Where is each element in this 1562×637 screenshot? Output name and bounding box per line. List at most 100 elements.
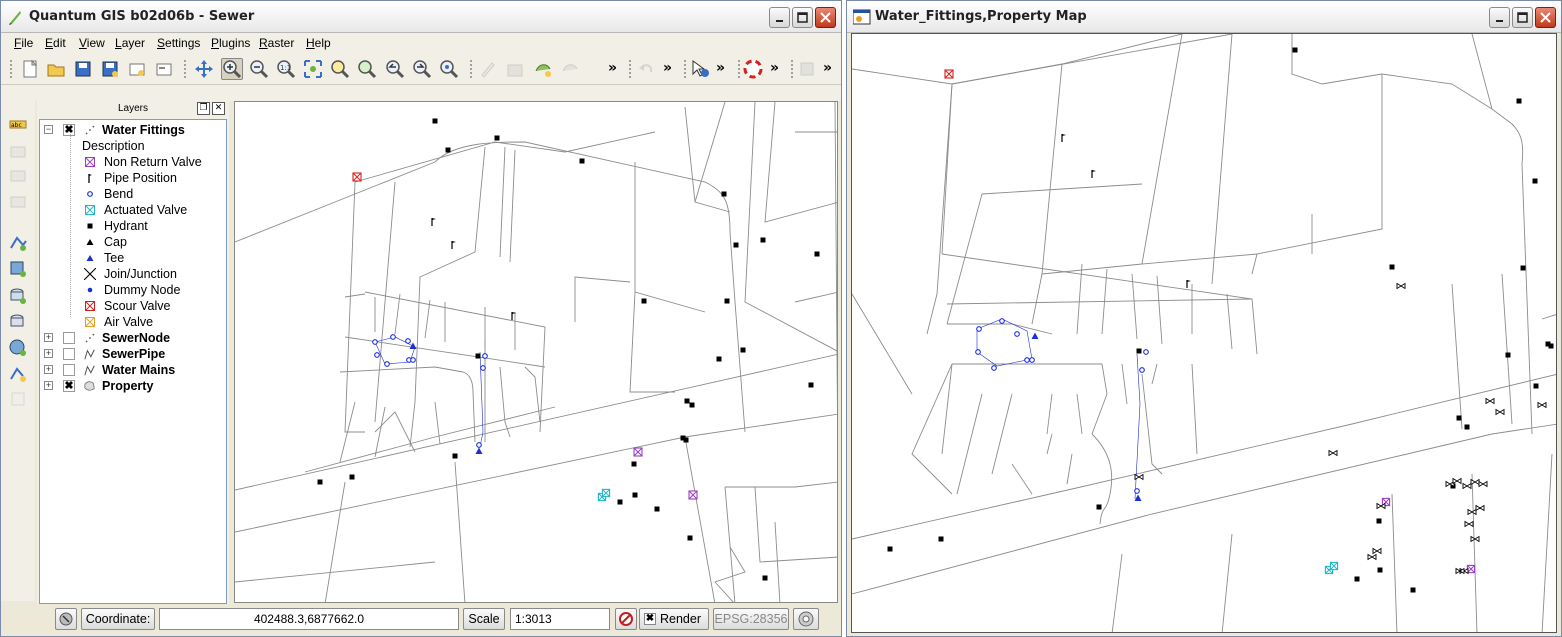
new-vector-layer-button[interactable] [7, 363, 29, 385]
layer-row-sewerpipe[interactable]: + SewerPipe [40, 346, 226, 362]
move-label-button[interactable] [7, 141, 29, 163]
toolbar-grip[interactable] [183, 59, 187, 79]
toolbar-overflow-button[interactable]: » [716, 60, 725, 76]
dock-float-button[interactable]: ❐ [197, 102, 210, 115]
zoom-last-button[interactable] [384, 58, 406, 80]
toolbar-grip[interactable] [683, 59, 687, 79]
toolbar-overflow-button[interactable]: » [770, 60, 779, 76]
plugin-tool-button[interactable] [796, 58, 818, 80]
add-feature-button[interactable] [532, 58, 554, 80]
stop-render-button[interactable] [615, 608, 637, 630]
menu-file[interactable]: File [14, 36, 33, 50]
undo-button[interactable] [635, 58, 657, 80]
map-minimize-button[interactable] [1489, 7, 1510, 28]
pan-button[interactable] [193, 58, 215, 80]
menu-settings[interactable]: Settings [157, 36, 200, 50]
layer-visibility-checkbox[interactable] [63, 332, 75, 344]
dock-close-button[interactable]: ✕ [212, 102, 225, 115]
toolbar-overflow-button[interactable]: » [823, 60, 832, 76]
render-checkbox[interactable]: ✖ [644, 613, 656, 625]
maximize-button[interactable] [792, 7, 813, 28]
expand-icon[interactable]: + [44, 381, 53, 390]
label-tool-button[interactable]: abc [7, 113, 29, 135]
layer-visibility-checkbox[interactable] [63, 364, 75, 376]
add-vector-layer-button[interactable] [7, 232, 29, 254]
help-button[interactable] [742, 58, 764, 80]
expand-icon[interactable]: + [44, 333, 53, 342]
layer-row-water-fittings[interactable]: − ✖ Water Fittings [40, 122, 226, 138]
new-project-button[interactable] [19, 58, 41, 80]
add-wms-layer-icon [8, 338, 28, 358]
toolbar-grip[interactable] [790, 59, 794, 79]
menu-view[interactable]: View [79, 36, 105, 50]
open-project-button[interactable] [45, 58, 67, 80]
bend-marker [374, 352, 380, 358]
toolbar-grip[interactable] [9, 59, 13, 79]
crs-button[interactable]: EPSG:28356 [713, 608, 789, 630]
map-close-button[interactable] [1535, 7, 1556, 28]
zoom-actual-button[interactable]: 1:1 [275, 58, 297, 80]
projection-button[interactable] [793, 608, 819, 630]
close-button[interactable] [815, 7, 836, 28]
identify-button[interactable] [689, 58, 711, 80]
map-window-title-bar[interactable]: Water_Fittings,Property Map [847, 1, 1561, 33]
save-project-button[interactable] [72, 58, 94, 80]
water-main-line [976, 318, 1033, 367]
add-postgis-layer-button[interactable] [7, 285, 29, 307]
scale-field[interactable]: 1:3013 [510, 608, 610, 630]
line-layer-icon [84, 364, 96, 376]
coordinate-field[interactable]: 402488.3,6877662.0 [159, 608, 459, 630]
menu-raster[interactable]: Raster [259, 36, 294, 50]
collapse-icon[interactable]: − [44, 125, 53, 134]
add-wms-layer-button[interactable] [7, 337, 29, 359]
map-canvas[interactable] [234, 101, 838, 603]
toolbar-grip[interactable] [737, 59, 741, 79]
toolbar-grip[interactable] [628, 59, 632, 79]
render-toggle[interactable]: ✖ Render [639, 608, 709, 630]
change-label-button[interactable] [7, 191, 29, 213]
refresh-button[interactable] [438, 58, 460, 80]
add-spatialite-layer-button[interactable] [7, 311, 29, 333]
toolbar-overflow-button[interactable]: » [663, 60, 672, 76]
composer-manager-button[interactable] [153, 58, 175, 80]
expand-icon[interactable]: + [44, 365, 53, 374]
layer-row-property[interactable]: + ✖ Property [40, 378, 226, 394]
hydrant-marker [1376, 518, 1382, 524]
zoom-layer-button[interactable] [356, 58, 378, 80]
save-edits-button[interactable] [504, 58, 526, 80]
remove-layer-button[interactable] [7, 388, 29, 410]
zoom-out-button[interactable] [248, 58, 270, 80]
parcel-line [1221, 533, 1233, 632]
print-map-canvas[interactable] [851, 33, 1557, 633]
rotate-label-button[interactable] [7, 165, 29, 187]
toggle-editing-button[interactable] [477, 58, 499, 80]
move-feature-button[interactable] [559, 58, 581, 80]
add-raster-layer-button[interactable] [7, 258, 29, 280]
menu-layer[interactable]: Layer [115, 36, 145, 50]
progress-toggle-button[interactable] [55, 608, 77, 630]
layer-visibility-checkbox[interactable]: ✖ [63, 380, 75, 392]
toolbar-grip[interactable] [469, 59, 473, 79]
expand-icon[interactable]: + [44, 349, 53, 358]
layer-row-water-mains[interactable]: + Water Mains [40, 362, 226, 378]
scour-valve-marker [944, 69, 954, 79]
minimize-button[interactable] [769, 7, 790, 28]
menu-plugins[interactable]: Plugins [211, 36, 250, 50]
zoom-selection-button[interactable] [329, 58, 351, 80]
menu-help[interactable]: Help [306, 36, 331, 50]
qgis-title-bar[interactable]: Quantum GIS b02d06b - Sewer [1, 1, 841, 33]
layer-row-sewernode[interactable]: + SewerNode [40, 330, 226, 346]
hydrant-marker [762, 575, 768, 581]
map-maximize-button[interactable] [1512, 7, 1533, 28]
toolbar-overflow-button[interactable]: » [608, 60, 617, 76]
save-as-button[interactable] [99, 58, 121, 80]
layer-visibility-checkbox[interactable]: ✖ [63, 124, 75, 136]
parcel-line [744, 102, 837, 352]
layer-visibility-checkbox[interactable] [63, 348, 75, 360]
menu-edit[interactable]: Edit [45, 36, 66, 50]
zoom-full-button[interactable] [302, 58, 324, 80]
new-composer-button[interactable] [126, 58, 148, 80]
zoom-next-button[interactable] [411, 58, 433, 80]
hydrant-marker [617, 499, 623, 505]
zoom-in-button[interactable] [221, 58, 243, 80]
